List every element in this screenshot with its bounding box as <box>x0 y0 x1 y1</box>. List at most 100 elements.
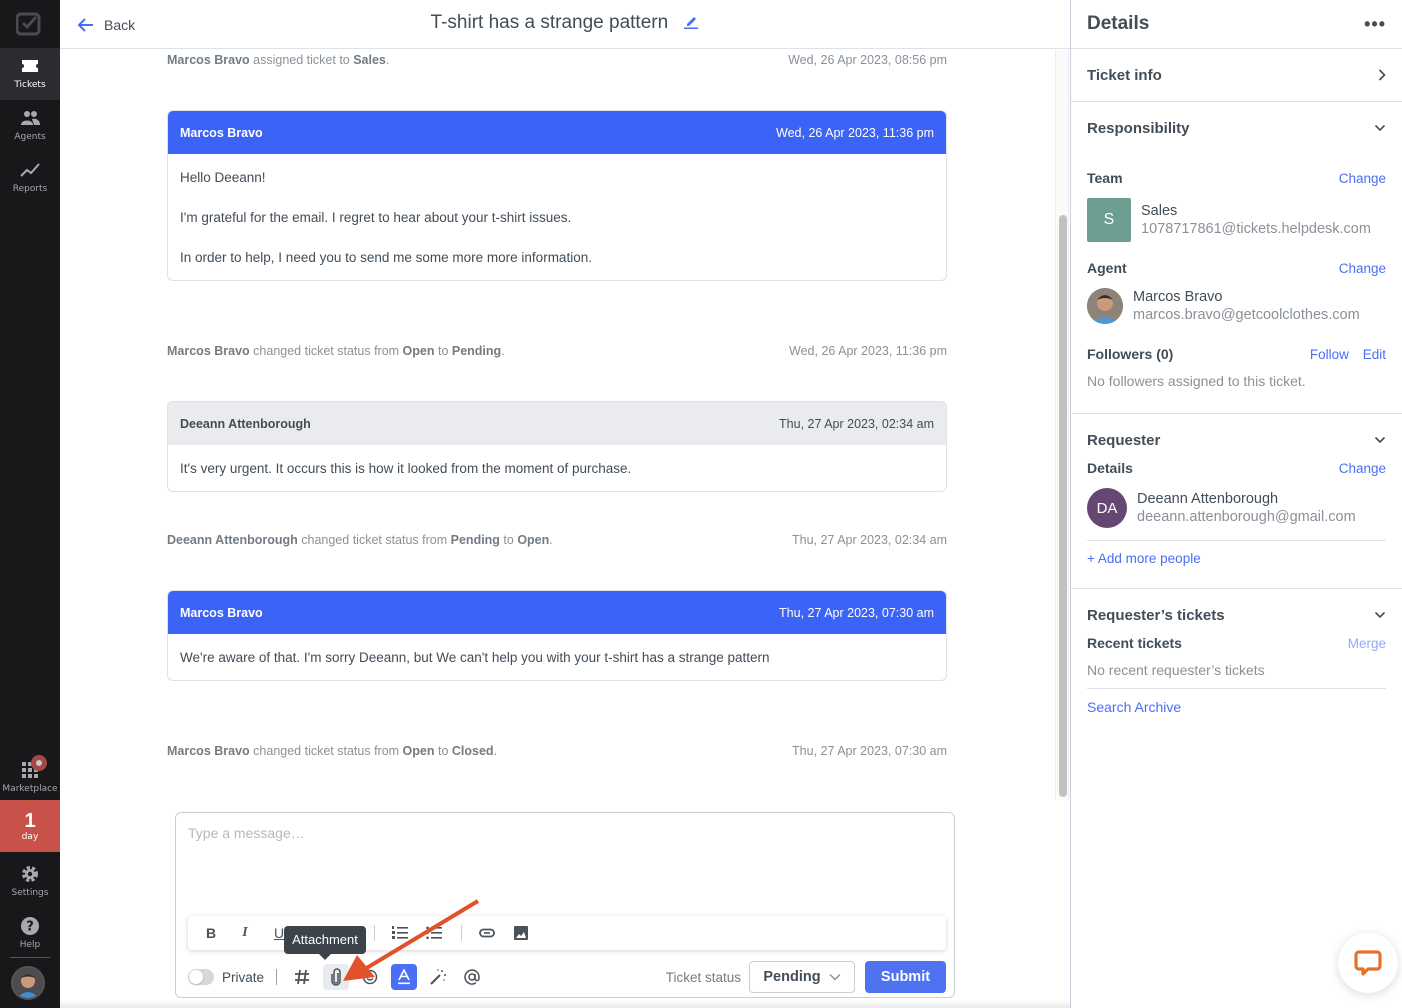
agents-icon <box>21 111 40 125</box>
chat-widget-button[interactable] <box>1338 933 1398 993</box>
agent-avatar <box>1087 288 1123 324</box>
gear-icon <box>22 866 38 882</box>
ticket-status-select[interactable]: Pending <box>749 961 855 993</box>
private-label: Private <box>222 969 265 985</box>
nav-label: Agents <box>14 132 46 142</box>
submit-button[interactable]: Submit <box>865 961 946 993</box>
agent-label: Agent <box>1087 260 1127 276</box>
nav-item-agents[interactable]: Agents <box>0 100 60 152</box>
message-body: We're aware of that. I'm sorry Deeann, b… <box>168 634 946 680</box>
ticket-status-value: Pending <box>763 969 821 985</box>
message-header: Marcos Bravo Thu, 27 Apr 2023, 07:30 am <box>168 591 946 634</box>
mention-button[interactable] <box>459 964 485 990</box>
trial-days-unit: day <box>21 832 39 842</box>
requester-section: Requester Details Change DA Deeann Atten… <box>1071 414 1402 589</box>
paperclip-icon <box>331 968 341 986</box>
ai-assist-button[interactable] <box>425 964 451 990</box>
agent-entity: Marcos Bravo marcos.bravo@getcoolclothes… <box>1087 288 1386 324</box>
image-icon <box>514 926 528 940</box>
text-format-toggle-button[interactable] <box>391 964 418 990</box>
emoji-button[interactable] <box>357 964 383 990</box>
event-time: Thu, 27 Apr 2023, 02:34 am <box>792 533 947 547</box>
edit-followers-link[interactable]: Edit <box>1363 347 1386 362</box>
message-author: Deeann Attenborough <box>180 416 311 431</box>
recent-tickets-row: Recent tickets Merge <box>1087 633 1386 653</box>
chat-bubble-icon <box>1354 950 1382 976</box>
message-agent: Marcos Bravo Wed, 26 Apr 2023, 11:36 pm … <box>167 110 947 281</box>
chevron-down-icon <box>1374 124 1386 132</box>
hashtag-icon <box>295 969 310 985</box>
italic-button[interactable]: I <box>234 922 256 944</box>
bullet-list-button[interactable] <box>423 922 445 944</box>
nav-label: Tickets <box>14 80 46 90</box>
event-time: Wed, 26 Apr 2023, 11:36 pm <box>789 344 947 358</box>
message-agent: Marcos Bravo Thu, 27 Apr 2023, 07:30 am … <box>167 590 947 681</box>
team-label: Team <box>1087 170 1123 186</box>
recent-tickets-empty: No recent requester’s tickets <box>1087 662 1265 678</box>
divider <box>276 969 278 985</box>
ticket-info-toggle[interactable]: Ticket info <box>1087 49 1386 101</box>
message-header: Deeann Attenborough Thu, 27 Apr 2023, 02… <box>168 402 946 445</box>
responsibility-toggle[interactable]: Responsibility <box>1087 102 1386 154</box>
app-logo-icon[interactable] <box>16 12 42 36</box>
change-team-link[interactable]: Change <box>1339 171 1386 186</box>
add-people-link[interactable]: + Add more people <box>1087 551 1386 566</box>
message-customer: Deeann Attenborough Thu, 27 Apr 2023, 02… <box>167 401 947 492</box>
composer-actions: Private Ticket status Pending Submit <box>188 961 946 993</box>
requester-avatar: DA <box>1087 488 1127 528</box>
user-avatar[interactable] <box>11 966 45 1000</box>
magic-wand-icon <box>430 969 447 985</box>
requester-details-row: Details Change <box>1087 458 1386 478</box>
bold-button[interactable]: B <box>200 922 222 944</box>
ordered-list-button[interactable] <box>389 922 411 944</box>
ticket-icon <box>22 60 38 72</box>
message-paragraph: Hello Deeann! <box>180 170 266 185</box>
insert-image-button[interactable] <box>510 922 532 944</box>
agent-email: marcos.bravo@getcoolclothes.com <box>1133 307 1360 323</box>
insert-link-button[interactable] <box>476 922 498 944</box>
nav-label: Marketplace <box>2 784 58 794</box>
canned-response-button[interactable] <box>289 964 315 990</box>
left-nav: Tickets Agents Reports Marketplace 1 day… <box>0 0 60 1008</box>
nav-item-marketplace[interactable]: Marketplace <box>0 752 60 804</box>
nav-item-reports[interactable]: Reports <box>0 152 60 204</box>
nav-item-tickets[interactable]: Tickets <box>0 48 60 100</box>
nav-label: Settings <box>11 888 49 898</box>
divider <box>1087 688 1386 689</box>
requester-details-label: Details <box>1087 460 1133 476</box>
message-input[interactable]: Type a message… <box>188 825 305 841</box>
agent-row: Agent Change <box>1087 258 1386 278</box>
helpdesk-app: Tickets Agents Reports Marketplace 1 day… <box>0 0 1402 1008</box>
nav-item-help[interactable]: ? Help <box>0 908 60 960</box>
event-text: Marcos Bravo assigned ticket to Sales. <box>167 53 390 67</box>
change-agent-link[interactable]: Change <box>1339 261 1386 276</box>
change-requester-link[interactable]: Change <box>1339 461 1386 476</box>
more-options-icon[interactable]: ••• <box>1364 14 1386 35</box>
nav-item-settings[interactable]: Settings <box>0 856 60 908</box>
followers-label: Followers (0) <box>1087 346 1174 362</box>
message-author: Marcos Bravo <box>180 125 263 140</box>
scrollbar-thumb[interactable] <box>1059 215 1067 797</box>
text-format-icon <box>398 969 411 985</box>
search-archive-link[interactable]: Search Archive <box>1087 699 1386 715</box>
team-name: Sales <box>1141 203 1178 219</box>
trial-days-badge[interactable]: 1 day <box>0 800 60 852</box>
user-avatar-image <box>13 968 43 998</box>
merge-link[interactable]: Merge <box>1348 636 1386 651</box>
ticket-title: T-shirt has a strange pattern <box>60 12 1070 34</box>
nav-label: Reports <box>12 184 48 194</box>
edit-pencil-icon[interactable] <box>683 13 699 29</box>
private-toggle[interactable] <box>188 969 214 985</box>
reports-icon <box>20 163 40 177</box>
section-title: Responsibility <box>1087 119 1190 137</box>
conversation-scrollbar[interactable] <box>1055 50 1069 800</box>
message-body: Hello Deeann! I'm grateful for the email… <box>168 154 946 280</box>
attachment-tooltip: Attachment <box>284 926 366 960</box>
follow-link[interactable]: Follow <box>1310 347 1349 362</box>
agent-name: Marcos Bravo <box>1133 289 1223 305</box>
followers-row: Followers (0) Follow Edit <box>1087 344 1386 364</box>
ordered-list-icon <box>392 926 408 939</box>
requester-entity: DA Deeann Attenborough deeann.attenborou… <box>1087 488 1386 540</box>
requester-email: deeann.attenborough@gmail.com <box>1137 509 1356 525</box>
attachment-button[interactable] <box>323 964 350 990</box>
